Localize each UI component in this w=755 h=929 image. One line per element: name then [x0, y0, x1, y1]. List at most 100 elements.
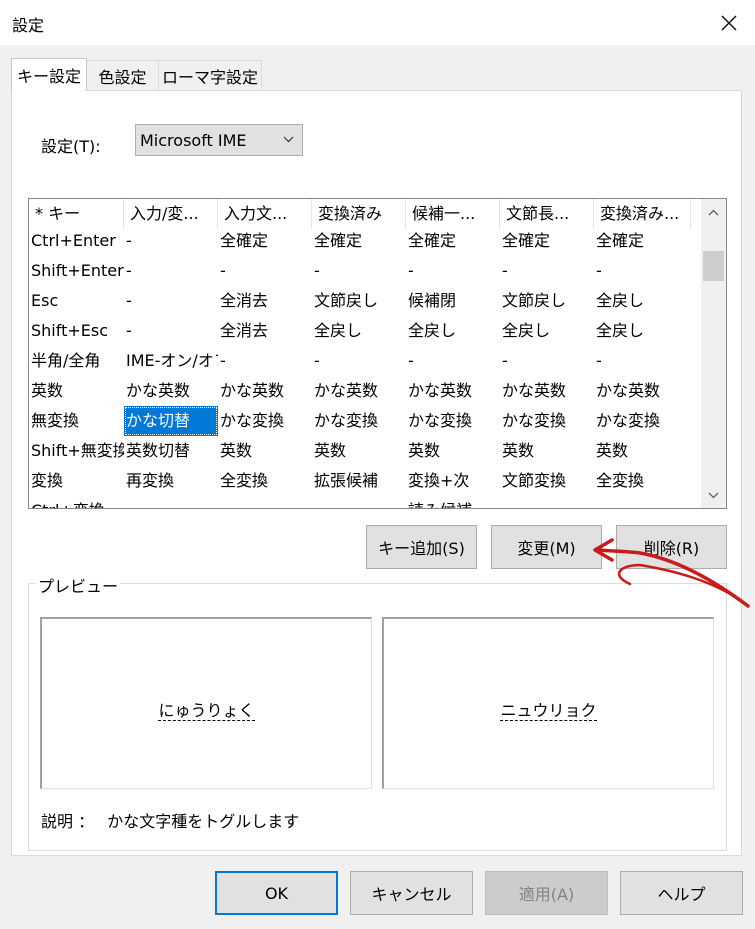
- action-cell[interactable]: 全消去: [218, 286, 312, 316]
- action-cell[interactable]: -: [218, 256, 312, 286]
- action-cell[interactable]: 全確定: [406, 226, 500, 256]
- key-cell[interactable]: 無変換: [29, 406, 124, 436]
- column-header[interactable]: 入力文...: [218, 199, 312, 229]
- add-key-button[interactable]: キー追加(S): [366, 525, 477, 569]
- action-cell[interactable]: 英数: [312, 436, 406, 466]
- action-cell[interactable]: かな英数: [124, 376, 218, 406]
- action-cell[interactable]: 候補閉: [406, 286, 500, 316]
- action-cell[interactable]: 文節変換: [500, 466, 594, 496]
- table-row[interactable]: Shift+無変換 英数切替 英数 英数 英数 英数 英数: [29, 436, 701, 466]
- action-cell[interactable]: かな変換: [500, 406, 594, 436]
- action-cell[interactable]: かな英数: [312, 376, 406, 406]
- vertical-scrollbar[interactable]: [701, 199, 726, 508]
- action-cell[interactable]: 拡張候補: [312, 466, 406, 496]
- table-row[interactable]: Ctrl+変換---読み候補--: [29, 496, 701, 508]
- action-cell[interactable]: 全確定: [218, 226, 312, 256]
- column-header[interactable]: 変換済み...: [594, 199, 691, 229]
- action-cell[interactable]: -: [312, 346, 406, 376]
- scroll-down-button[interactable]: [701, 482, 726, 508]
- column-header[interactable]: 入力/変...: [124, 199, 218, 229]
- action-cell[interactable]: かな変換: [312, 406, 406, 436]
- key-cell[interactable]: Ctrl+Enter: [29, 226, 124, 256]
- action-cell[interactable]: 全確定: [500, 226, 594, 256]
- action-cell[interactable]: 全戻し: [594, 316, 691, 346]
- change-button[interactable]: 変更(M): [491, 525, 602, 569]
- key-cell[interactable]: Shift+Enter: [29, 256, 124, 286]
- table-row[interactable]: Ctrl+Enter - 全確定 全確定 全確定 全確定 全確定: [29, 226, 701, 256]
- key-cell[interactable]: Shift+Esc: [29, 316, 124, 346]
- delete-button[interactable]: 削除(R): [616, 525, 727, 569]
- action-cell[interactable]: -: [594, 346, 691, 376]
- key-cell[interactable]: 英数: [29, 376, 124, 406]
- table-row[interactable]: 変換 再変換 全変換 拡張候補 変換+次 文節変換 全変換: [29, 466, 701, 496]
- tab-romaji-settings[interactable]: ローマ字設定: [158, 60, 262, 90]
- action-cell[interactable]: -: [500, 496, 594, 508]
- action-cell[interactable]: -: [218, 496, 312, 508]
- close-button[interactable]: [703, 0, 755, 45]
- action-cell[interactable]: 全確定: [594, 226, 691, 256]
- action-cell[interactable]: 読み候補: [406, 496, 500, 508]
- action-cell[interactable]: -: [124, 256, 218, 286]
- action-cell[interactable]: 再変換: [124, 466, 218, 496]
- table-row[interactable]: 英数 かな英数 かな英数 かな英数 かな英数 かな英数 かな英数: [29, 376, 701, 406]
- action-cell[interactable]: 英数: [406, 436, 500, 466]
- action-cell[interactable]: -: [594, 496, 691, 508]
- action-cell[interactable]: -: [312, 256, 406, 286]
- action-cell[interactable]: 英数: [218, 436, 312, 466]
- action-cell[interactable]: かな変換: [218, 406, 312, 436]
- action-cell[interactable]: 文節戻し: [500, 286, 594, 316]
- column-header[interactable]: 変換済み: [312, 199, 406, 229]
- action-cell[interactable]: かな変換: [594, 406, 691, 436]
- action-cell[interactable]: かな英数: [406, 376, 500, 406]
- tab-key-settings[interactable]: キー設定: [11, 58, 87, 91]
- action-cell[interactable]: 全戻し: [594, 286, 691, 316]
- action-cell[interactable]: -: [594, 256, 691, 286]
- scroll-up-button[interactable]: [701, 199, 726, 225]
- action-cell[interactable]: かな英数: [218, 376, 312, 406]
- table-row[interactable]: 半角/全角IME-オン/オフ-----: [29, 346, 701, 376]
- action-cell[interactable]: IME-オン/オフ: [124, 346, 218, 376]
- action-cell[interactable]: かな英数: [500, 376, 594, 406]
- key-cell[interactable]: 変換: [29, 466, 124, 496]
- action-cell[interactable]: かな変換: [406, 406, 500, 436]
- table-row[interactable]: Shift+Esc - 全消去 全戻し 全戻し 全戻し 全戻し: [29, 316, 701, 346]
- key-cell[interactable]: Esc: [29, 286, 124, 316]
- action-cell[interactable]: 英数: [500, 436, 594, 466]
- action-cell[interactable]: -: [218, 346, 312, 376]
- action-cell[interactable]: 英数: [594, 436, 691, 466]
- action-cell[interactable]: 全戻し: [406, 316, 500, 346]
- action-cell[interactable]: かな切替: [124, 406, 218, 436]
- action-cell[interactable]: -: [124, 286, 218, 316]
- key-table[interactable]: * キー 入力/変... 入力文... 変換済み 候補一... 文節長... 変…: [28, 198, 727, 509]
- action-cell[interactable]: -: [500, 256, 594, 286]
- action-cell[interactable]: 全確定: [312, 226, 406, 256]
- scroll-thumb[interactable]: [703, 251, 724, 281]
- key-cell[interactable]: Ctrl+変換: [29, 496, 124, 508]
- action-cell[interactable]: -: [124, 226, 218, 256]
- action-cell[interactable]: 英数切替: [124, 436, 218, 466]
- action-cell[interactable]: -: [124, 496, 218, 508]
- action-cell[interactable]: 全戻し: [312, 316, 406, 346]
- action-cell[interactable]: -: [406, 256, 500, 286]
- action-cell[interactable]: かな英数: [594, 376, 691, 406]
- cancel-button[interactable]: キャンセル: [350, 871, 473, 915]
- tab-color-settings[interactable]: 色設定: [86, 60, 159, 90]
- key-cell[interactable]: 半角/全角: [29, 346, 124, 376]
- action-cell[interactable]: -: [500, 346, 594, 376]
- action-cell[interactable]: -: [124, 316, 218, 346]
- action-cell[interactable]: -: [406, 346, 500, 376]
- action-cell[interactable]: -: [312, 496, 406, 508]
- table-row[interactable]: Shift+Enter - - - - - -: [29, 256, 701, 286]
- key-cell[interactable]: Shift+無変換: [29, 436, 124, 466]
- column-header[interactable]: 文節長...: [500, 199, 594, 229]
- action-cell[interactable]: 全変換: [594, 466, 691, 496]
- table-row[interactable]: 無変換 かな切替 かな変換 かな変換 かな変換 かな変換 かな変換: [29, 406, 701, 436]
- setting-select[interactable]: Microsoft IME: [135, 124, 303, 156]
- table-row[interactable]: Esc - 全消去 文節戻し 候補閉 文節戻し 全戻し: [29, 286, 701, 316]
- column-header-key[interactable]: * キー: [29, 199, 124, 229]
- help-button[interactable]: ヘルプ: [620, 871, 743, 915]
- action-cell[interactable]: 変換+次: [406, 466, 500, 496]
- action-cell[interactable]: 文節戻し: [312, 286, 406, 316]
- action-cell[interactable]: 全戻し: [500, 316, 594, 346]
- action-cell[interactable]: 全消去: [218, 316, 312, 346]
